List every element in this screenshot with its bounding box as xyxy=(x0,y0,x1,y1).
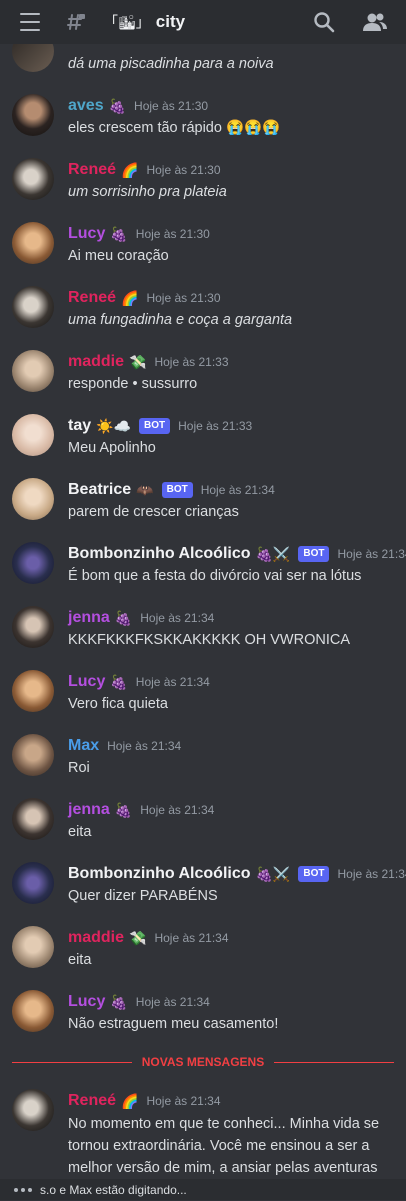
timestamp: Hoje às 21:34 xyxy=(154,931,229,945)
username[interactable]: Reneé xyxy=(68,161,116,179)
user-badge-emoji: 🌈 xyxy=(121,289,139,306)
avatar[interactable] xyxy=(12,158,54,200)
username[interactable]: jenna xyxy=(68,609,110,627)
timestamp: Hoje às 21:34 xyxy=(135,675,210,689)
bot-badge: BOT xyxy=(161,482,193,498)
avatar[interactable] xyxy=(12,542,54,584)
message-content: KKKFKKKFKSKKAKKKKK OH VWRONICA xyxy=(68,632,351,648)
timestamp: Hoje às 21:34 xyxy=(107,739,182,753)
message-content: eita xyxy=(68,952,92,968)
new-messages-label: NOVAS MENSAGENS xyxy=(12,1055,394,1069)
avatar[interactable] xyxy=(12,734,54,776)
avatar[interactable] xyxy=(12,990,54,1032)
avatar[interactable] xyxy=(12,94,54,136)
message-content: responde • sussurro xyxy=(68,376,198,392)
message-content: Quer dizer PARABÉNS xyxy=(68,888,218,904)
message-content: dá uma piscadinha para a noiva xyxy=(68,56,274,72)
message-content: eita xyxy=(68,824,92,840)
timestamp: Hoje às 21:34 xyxy=(337,867,406,881)
typing-text: s.o e Max estão digitando... xyxy=(40,1182,187,1197)
username[interactable]: Lucy xyxy=(68,225,105,243)
username[interactable]: tay xyxy=(68,417,91,435)
bot-badge: BOT xyxy=(298,866,330,882)
timestamp: Hoje às 21:30 xyxy=(146,163,221,177)
message-content: parem de crescer crianças xyxy=(68,504,239,520)
avatar[interactable] xyxy=(12,798,54,840)
username[interactable]: Lucy xyxy=(68,993,105,1011)
timestamp: Hoje às 21:30 xyxy=(146,291,221,305)
timestamp: Hoje às 21:30 xyxy=(135,227,210,241)
username[interactable]: maddie xyxy=(68,353,124,371)
timestamp: Hoje às 21:30 xyxy=(134,99,209,113)
channel-header: 「🏙」 city xyxy=(0,0,406,44)
avatar[interactable] xyxy=(12,350,54,392)
avatar[interactable] xyxy=(12,286,54,328)
avatar[interactable] xyxy=(12,1089,54,1131)
username[interactable]: aves xyxy=(68,97,104,115)
user-badge-emoji: 🍇⚔️ xyxy=(255,545,291,562)
avatar[interactable] xyxy=(12,862,54,904)
message-content: Meu Apolinho xyxy=(68,440,156,456)
message-content: Vero fica quieta xyxy=(68,696,168,712)
avatar[interactable] xyxy=(12,222,54,264)
avatar[interactable] xyxy=(12,414,54,456)
hamburger-menu-icon[interactable] xyxy=(16,0,44,44)
user-badge-emoji: 🌈 xyxy=(121,1092,139,1109)
username[interactable]: maddie xyxy=(68,929,124,947)
message-content: Ai meu coração xyxy=(68,248,169,264)
avatar[interactable] xyxy=(12,606,54,648)
message-content: eles crescem tão rápido 😭😭😭 xyxy=(68,120,281,136)
timestamp: Hoje às 21:33 xyxy=(178,419,253,433)
search-icon[interactable] xyxy=(310,0,338,44)
avatar[interactable] xyxy=(12,670,54,712)
user-badge-emoji: 🍇 xyxy=(110,993,128,1010)
members-icon[interactable] xyxy=(360,0,390,44)
hash-lock-icon xyxy=(66,0,86,44)
message-content: Não estraguem meu casamento! xyxy=(68,1016,279,1032)
user-badge-emoji: 💸 xyxy=(129,353,147,370)
message-list[interactable]: dá uma piscadinha para a noiva aves 🍇 Ho… xyxy=(0,0,406,1200)
user-badge-emoji: 🍇 xyxy=(110,673,128,690)
new-messages-divider: NOVAS MENSAGENS xyxy=(12,1055,394,1069)
username[interactable]: jenna xyxy=(68,801,110,819)
user-badge-emoji: ☀️☁️ xyxy=(96,417,131,434)
bot-badge: BOT xyxy=(298,546,330,562)
username[interactable]: Bombonzinho Alcoólico xyxy=(68,865,251,883)
user-badge-emoji: 🍇⚔️ xyxy=(255,865,291,882)
timestamp: Hoje às 21:34 xyxy=(140,803,215,817)
username[interactable]: Lucy xyxy=(68,673,105,691)
user-badge-emoji: 🍇 xyxy=(114,801,133,818)
typing-indicator: s.o e Max estão digitando... xyxy=(0,1179,406,1200)
avatar[interactable] xyxy=(12,478,54,520)
channel-emoji: 「🏙」 xyxy=(104,14,150,30)
user-badge-emoji: 🌈 xyxy=(121,161,139,178)
user-badge-emoji: 💸 xyxy=(129,929,147,946)
bot-badge: BOT xyxy=(139,418,171,434)
username[interactable]: Bombonzinho Alcoólico xyxy=(68,545,251,563)
channel-title[interactable]: 「🏙」 city xyxy=(104,0,185,44)
user-badge-emoji: 🦇 xyxy=(136,481,154,498)
username[interactable]: Beatrice xyxy=(68,481,131,499)
channel-name: city xyxy=(155,12,186,31)
user-badge-emoji: 🍇 xyxy=(110,225,128,242)
user-badge-emoji: 🍇 xyxy=(108,97,127,114)
message-content: um sorrisinho pra plateia xyxy=(68,184,227,200)
avatar[interactable] xyxy=(12,926,54,968)
timestamp: Hoje às 21:33 xyxy=(154,355,229,369)
timestamp: Hoje às 21:34 xyxy=(140,611,215,625)
timestamp: Hoje às 21:34 xyxy=(200,483,275,497)
username[interactable]: Reneé xyxy=(68,289,116,307)
timestamp: Hoje às 21:34 xyxy=(146,1094,221,1108)
timestamp: Hoje às 21:34 xyxy=(135,995,210,1009)
message-content: É bom que a festa do divórcio vai ser na… xyxy=(68,568,362,584)
message-content: Roi xyxy=(68,760,90,776)
timestamp: Hoje às 21:34 xyxy=(337,547,406,561)
message-content: uma fungadinha e coça a garganta xyxy=(68,312,293,328)
username[interactable]: Reneé xyxy=(68,1092,116,1110)
typing-dots-icon xyxy=(14,1187,32,1192)
user-badge-emoji: 🍇 xyxy=(114,609,133,626)
username[interactable]: Max xyxy=(68,737,99,755)
